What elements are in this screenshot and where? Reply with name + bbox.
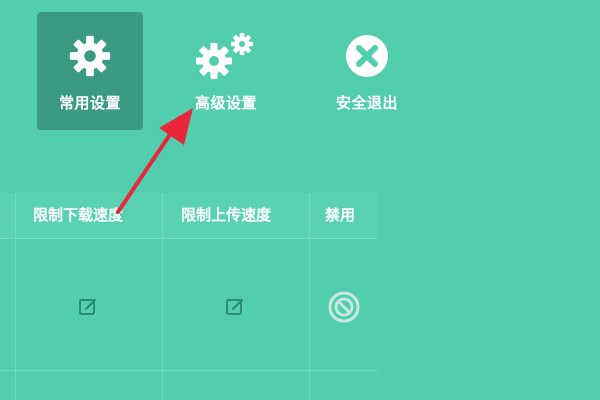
edit-download-limit-icon[interactable] — [76, 295, 100, 319]
logout-button[interactable]: 安全退出 — [314, 12, 420, 130]
logout-button-label: 安全退出 — [335, 94, 398, 112]
column-header-disable: 禁用 — [325, 206, 356, 224]
gear-icon — [67, 30, 113, 82]
row-divider — [0, 370, 378, 371]
tab-common-settings-label: 常用设置 — [58, 94, 121, 112]
tab-advanced-settings-label: 高级设置 — [194, 94, 257, 112]
ban-icon[interactable] — [326, 289, 362, 325]
column-divider — [162, 193, 163, 400]
toolbar: 常用设置 高级设置 安全退出 — [0, 0, 600, 150]
tab-advanced-settings[interactable]: 高级设置 — [173, 12, 279, 130]
gears-icon — [194, 30, 258, 82]
column-divider — [15, 193, 16, 400]
edit-upload-limit-icon[interactable] — [223, 295, 247, 319]
close-circle-icon — [345, 30, 389, 82]
column-header-download-limit: 限制下载速度 — [33, 206, 124, 224]
speed-limit-table: 限制下载速度 限制上传速度 禁用 — [0, 193, 378, 400]
tab-common-settings[interactable]: 常用设置 — [37, 12, 143, 130]
column-divider — [309, 193, 310, 400]
column-header-upload-limit: 限制上传速度 — [181, 206, 272, 224]
